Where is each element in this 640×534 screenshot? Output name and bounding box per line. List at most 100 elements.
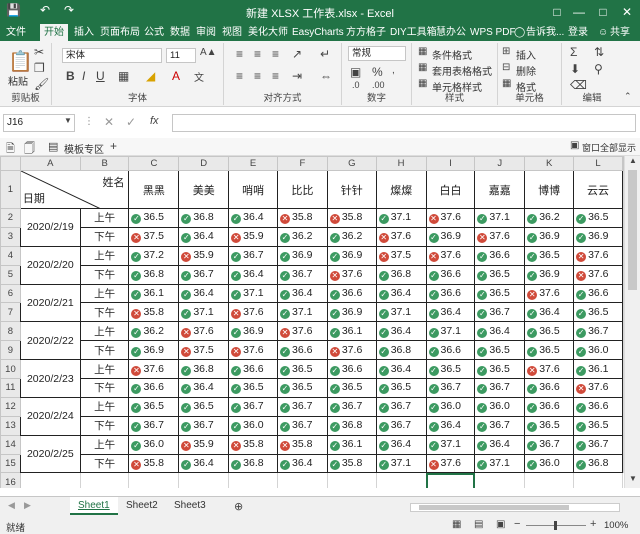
tab-file[interactable]: 文件 [6, 24, 26, 41]
row-header[interactable]: 10 [0, 359, 21, 380]
temperature-cell[interactable]: ✓ 36.8 [178, 208, 230, 228]
currency-icon[interactable]: ▣ [350, 65, 361, 79]
temperature-cell[interactable]: ✓ 36.6 [128, 378, 180, 398]
tab-view[interactable]: 视图 [222, 24, 242, 41]
temperature-cell[interactable]: ✓ 36.8 [573, 453, 623, 474]
row-header[interactable]: 14 [0, 434, 21, 455]
fill-color-icon[interactable]: ◢ [146, 69, 155, 83]
temperature-cell[interactable]: ✓ 36.7 [178, 264, 230, 285]
column-header[interactable]: J [474, 156, 526, 171]
delete-cells-button[interactable]: 删除 [516, 63, 536, 78]
session-cell[interactable]: 下午 [79, 340, 130, 361]
insert-function-icon[interactable]: fx [150, 115, 159, 127]
temperature-cell[interactable]: ✓ 36.8 [178, 359, 230, 380]
temperature-cell[interactable]: ✕ 37.6 [573, 264, 623, 285]
temperature-cell[interactable]: ✓ 36.5 [524, 321, 575, 342]
border-icon[interactable]: ▦ [118, 69, 129, 83]
temperature-cell[interactable]: ✓ 36.6 [326, 359, 377, 380]
zoom-in-icon[interactable]: + [590, 518, 596, 530]
row-header[interactable]: 13 [0, 415, 21, 436]
maximize-icon[interactable]: □ [590, 2, 616, 22]
conditional-format-button[interactable]: 条件格式 [432, 47, 472, 62]
sheet-tab-2[interactable]: Sheet2 [118, 497, 166, 515]
temperature-cell[interactable]: ✓ 36.7 [474, 302, 526, 323]
empty-cell[interactable] [128, 472, 180, 488]
temperature-cell[interactable]: ✓ 37.1 [375, 302, 427, 323]
format-table-button[interactable]: 套用表格格式 [432, 63, 492, 78]
row-header[interactable]: 6 [0, 283, 21, 304]
share-button[interactable]: 共享 [610, 24, 630, 41]
temperature-cell[interactable]: ✓ 36.6 [573, 283, 623, 304]
insert-cells-button[interactable]: 插入 [516, 47, 536, 62]
template-tab[interactable]: 模板专区 [64, 141, 104, 156]
scroll-up-icon[interactable]: ▲ [629, 156, 637, 165]
temperature-cell[interactable]: ✓ 36.7 [375, 396, 427, 417]
tab-insert[interactable]: 插入 [74, 24, 94, 41]
temperature-cell[interactable]: ✓ 36.2 [128, 321, 180, 342]
temperature-cell[interactable]: ✓ 36.1 [573, 359, 623, 380]
temperature-cell[interactable]: ✓ 36.8 [128, 264, 180, 285]
temperature-cell[interactable]: ✓ 36.1 [326, 321, 377, 342]
temperature-cell[interactable]: ✓ 36.4 [277, 283, 328, 304]
temperature-cell[interactable]: ✕ 35.8 [277, 434, 328, 455]
temperature-cell[interactable]: ✓ 36.2 [524, 208, 575, 228]
align-right-icon[interactable]: ≡ [272, 69, 279, 83]
row-header[interactable]: 8 [0, 321, 21, 342]
h-scroll-thumb[interactable] [419, 505, 569, 510]
name-header[interactable]: 黑黑 [128, 170, 180, 209]
temperature-cell[interactable]: ✓ 35.8 [326, 453, 377, 474]
session-cell[interactable]: 上午 [79, 245, 130, 266]
temperature-cell[interactable]: ✓ 36.5 [277, 359, 328, 380]
session-cell[interactable]: 下午 [79, 226, 130, 247]
empty-cell[interactable] [573, 472, 623, 488]
temperature-cell[interactable]: ✓ 37.1 [425, 321, 476, 342]
sheet-tab-1[interactable]: Sheet1 [70, 497, 118, 515]
temperature-cell[interactable]: ✓ 37.1 [425, 434, 476, 455]
merge-cells-icon[interactable]: ⇔ [320, 69, 332, 83]
temperature-cell[interactable]: ✓ 36.2 [277, 226, 328, 247]
column-header[interactable]: A [19, 156, 81, 171]
temperature-cell[interactable]: ✓ 36.7 [425, 378, 476, 398]
zoom-level[interactable]: 100% [604, 520, 628, 531]
temperature-cell[interactable]: ✓ 36.8 [326, 415, 377, 436]
temperature-cell[interactable]: ✓ 37.2 [128, 245, 180, 266]
temperature-cell[interactable]: ✓ 36.9 [228, 321, 278, 342]
session-cell[interactable]: 上午 [79, 396, 130, 417]
temperature-cell[interactable]: ✕ 35.8 [128, 453, 180, 474]
tab-wps-pdf[interactable]: WPS PDF [470, 24, 516, 41]
row-header[interactable]: 16 [0, 472, 21, 488]
temperature-cell[interactable]: ✓ 36.5 [474, 359, 526, 380]
align-center-icon[interactable]: ≡ [254, 69, 261, 83]
enter-icon[interactable]: ✓ [126, 115, 136, 129]
name-header[interactable]: 比比 [277, 170, 328, 209]
temperature-cell[interactable]: ✓ 36.5 [128, 208, 180, 228]
temperature-cell[interactable]: ✓ 36.4 [375, 359, 427, 380]
sort-filter-icon[interactable]: ⇅ [594, 45, 604, 59]
column-header[interactable]: G [326, 156, 377, 171]
align-bottom-icon[interactable]: ≡ [272, 47, 279, 61]
session-cell[interactable]: 下午 [79, 378, 130, 398]
align-middle-icon[interactable]: ≡ [254, 47, 261, 61]
temperature-cell[interactable]: ✕ 37.6 [178, 321, 230, 342]
tab-easycharts[interactable]: EasyCharts [292, 24, 344, 41]
temperature-cell[interactable]: ✓ 36.1 [128, 283, 180, 304]
temperature-cell[interactable]: ✓ 36.4 [228, 208, 278, 228]
temperature-cell[interactable]: ✓ 36.6 [326, 283, 377, 304]
column-header[interactable]: K [524, 156, 575, 171]
temperature-cell[interactable]: ✓ 36.9 [277, 245, 328, 266]
temperature-cell[interactable]: ✕ 37.6 [326, 340, 377, 361]
temperature-cell[interactable]: ✕ 37.6 [326, 264, 377, 285]
temperature-cell[interactable]: ✕ 37.6 [277, 321, 328, 342]
temperature-cell[interactable]: ✓ 36.9 [326, 245, 377, 266]
row-header[interactable]: 7 [0, 302, 21, 323]
temperature-cell[interactable]: ✕ 37.5 [375, 245, 427, 266]
percent-icon[interactable]: % [372, 65, 383, 79]
fill-icon[interactable]: ⬇ [570, 62, 580, 76]
row-header[interactable]: 15 [0, 453, 21, 474]
temperature-cell[interactable]: ✓ 36.5 [474, 283, 526, 304]
paste-button[interactable]: 粘贴 [8, 73, 28, 88]
temperature-cell[interactable]: ✓ 36.1 [326, 434, 377, 455]
temperature-cell[interactable]: ✕ 35.8 [228, 434, 278, 455]
tab-home[interactable]: 开始 [40, 24, 68, 41]
name-header[interactable]: 博博 [524, 170, 575, 209]
